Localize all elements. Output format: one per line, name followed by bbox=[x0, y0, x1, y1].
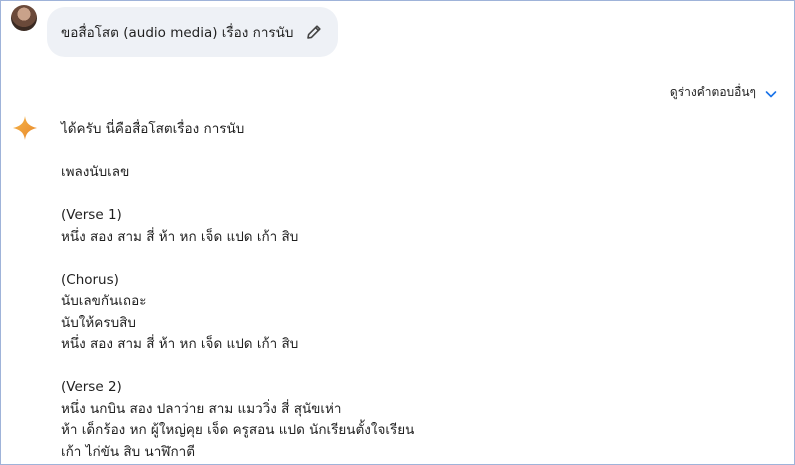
chorus-heading: (Chorus) bbox=[61, 271, 119, 288]
show-drafts-button[interactable]: ดูร่างคำตอบอื่นๆ bbox=[670, 83, 778, 102]
song-title: เพลงนับเลข bbox=[61, 164, 130, 180]
chorus-line: นับให้ครบสิบ bbox=[61, 314, 136, 331]
user-avatar bbox=[11, 5, 37, 31]
chevron-down-icon[interactable] bbox=[764, 86, 778, 100]
pencil-icon[interactable] bbox=[304, 22, 324, 42]
show-drafts-label: ดูร่างคำตอบอื่นๆ bbox=[669, 85, 756, 99]
assistant-response: ได้ครับ นี่คือสื่อโสตเรื่อง การนับ เพลงน… bbox=[61, 119, 761, 463]
verse2-line: เก้า ไก่ขัน สิบ นาฬิกาตี bbox=[61, 443, 196, 460]
response-intro: ได้ครับ นี่คือสื่อโสตเรื่อง การนับ bbox=[61, 121, 245, 137]
user-message-bubble: ขอสื่อโสต (audio media) เรื่อง การนับ bbox=[47, 7, 338, 57]
verse2-line: หนึ่ง นกบิน สอง ปลาว่าย สาม แมววิ่ง สี่ … bbox=[61, 400, 342, 417]
verse2-heading: (Verse 2) bbox=[61, 379, 122, 395]
chorus-line: หนึ่ง สอง สาม สี่ ห้า หก เจ็ด แปด เก้า ส… bbox=[61, 336, 299, 352]
user-message-text: ขอสื่อโสต (audio media) เรื่อง การนับ bbox=[61, 25, 294, 41]
verse1-line: หนึ่ง สอง สาม สี่ ห้า หก เจ็ด แปด เก้า ส… bbox=[61, 228, 299, 245]
sparkle-icon bbox=[12, 115, 38, 141]
chat-window: ขอสื่อโสต (audio media) เรื่อง การนับ ดู… bbox=[0, 0, 795, 465]
verse2-line: ห้า เด็กร้อง หก ผู้ใหญ่คุย เจ็ด ครูสอน แ… bbox=[61, 422, 415, 438]
verse1-heading: (Verse 1) bbox=[61, 207, 122, 223]
chorus-line: นับเลขกันเถอะ bbox=[61, 293, 147, 309]
